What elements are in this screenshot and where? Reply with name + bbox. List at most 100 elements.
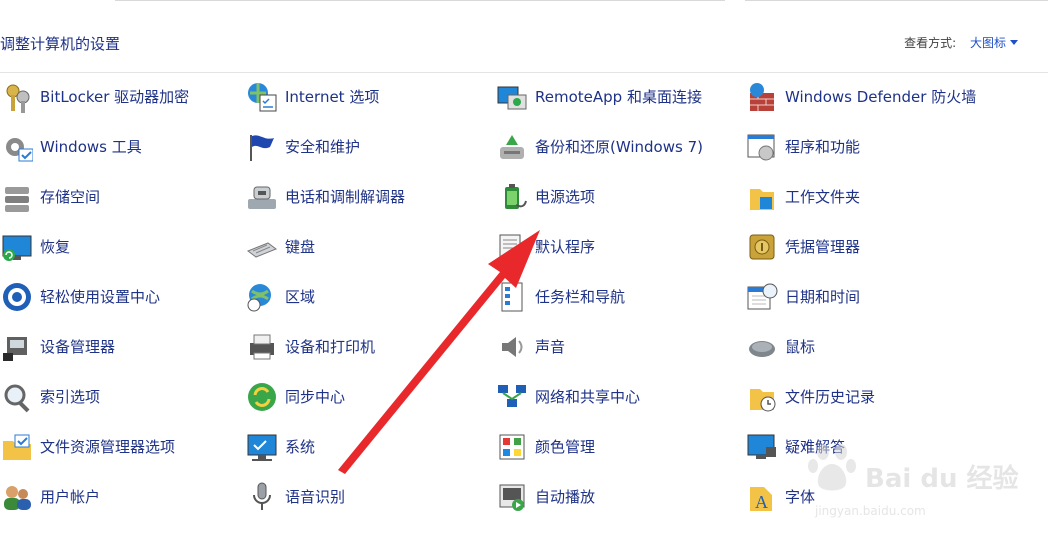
speaker-icon[interactable]	[495, 330, 529, 364]
cp-item-label[interactable]: 声音	[535, 337, 735, 357]
cp-item-label[interactable]: 电话和调制解调器	[285, 187, 405, 207]
user-accounts-icon[interactable]	[0, 480, 34, 514]
cp-item-autoplay[interactable]: 自动播放	[495, 476, 735, 518]
ease-of-access-icon[interactable]	[0, 280, 34, 314]
flag-icon[interactable]	[245, 130, 279, 164]
cp-item-label[interactable]: Windows 工具	[40, 137, 142, 157]
cp-item-taskbar[interactable]: 任务栏和导航	[495, 276, 735, 318]
cp-item-label[interactable]: 轻松使用设置中心	[40, 287, 160, 307]
cp-item-color-management[interactable]: 颜色管理	[495, 426, 735, 468]
cp-item-label[interactable]: Windows Defender 防火墙	[785, 87, 976, 107]
phone-modem-icon[interactable]	[245, 180, 279, 214]
cp-item-label[interactable]: 索引选项	[40, 387, 100, 407]
cp-item-globe-clock[interactable]: 区域	[245, 276, 315, 318]
cp-item-label[interactable]: 设备管理器	[40, 337, 115, 357]
cp-item-recovery-monitor[interactable]: 恢复	[0, 226, 70, 268]
default-programs-icon[interactable]	[495, 230, 529, 264]
cp-item-device-manager[interactable]: 设备管理器	[0, 326, 115, 368]
cp-item-keyboard[interactable]: 键盘	[245, 226, 315, 268]
battery-plug-icon[interactable]	[495, 180, 529, 214]
cp-item-label[interactable]: Internet 选项	[285, 87, 379, 107]
cp-item-label[interactable]: 颜色管理	[535, 437, 735, 457]
firewall-icon[interactable]	[745, 80, 779, 114]
cp-item-label[interactable]: 自动播放	[535, 487, 735, 507]
storage-drives-icon[interactable]	[0, 180, 34, 214]
cp-item-printer[interactable]: 设备和打印机	[245, 326, 375, 368]
globe-checklist-icon[interactable]	[245, 80, 279, 114]
cp-item-label[interactable]: 凭据管理器	[785, 237, 860, 257]
cp-item-label[interactable]: 键盘	[285, 237, 315, 257]
cp-item-ease-of-access[interactable]: 轻松使用设置中心	[0, 276, 160, 318]
cp-item-label[interactable]: 区域	[285, 287, 315, 307]
cp-item-microphone[interactable]: 语音识别	[245, 476, 345, 518]
cp-item-network[interactable]: 网络和共享中心	[495, 376, 735, 418]
cp-item-file-history[interactable]: 文件历史记录	[745, 376, 875, 418]
cp-item-label[interactable]: 工作文件夹	[785, 187, 860, 207]
cp-item-label[interactable]: 同步中心	[285, 387, 345, 407]
cp-item-gear-tools[interactable]: Windows 工具	[0, 126, 142, 168]
printer-icon[interactable]	[245, 330, 279, 364]
credential-vault-icon[interactable]	[745, 230, 779, 264]
keyboard-icon[interactable]	[245, 230, 279, 264]
view-by-value[interactable]: 大图标	[970, 36, 1006, 50]
cp-item-bitlocker-keys[interactable]: BitLocker 驱动器加密	[0, 76, 189, 118]
cp-item-remoteapp[interactable]: RemoteApp 和桌面连接	[495, 76, 735, 118]
cp-item-globe-checklist[interactable]: Internet 选项	[245, 76, 379, 118]
cp-item-label[interactable]: 设备和打印机	[285, 337, 375, 357]
cp-item-label[interactable]: 默认程序	[535, 237, 735, 257]
cp-item-label[interactable]: 文件资源管理器选项	[40, 437, 175, 457]
cp-item-label[interactable]: 语音识别	[285, 487, 345, 507]
autoplay-icon[interactable]	[495, 480, 529, 514]
cp-item-work-folders[interactable]: 工作文件夹	[745, 176, 860, 218]
cp-item-label[interactable]: RemoteApp 和桌面连接	[535, 87, 735, 107]
cp-item-label[interactable]: 电源选项	[535, 187, 735, 207]
cp-item-firewall[interactable]: Windows Defender 防火墙	[745, 76, 976, 118]
cp-item-credential-vault[interactable]: 凭据管理器	[745, 226, 860, 268]
cp-item-label[interactable]: 程序和功能	[785, 137, 860, 157]
cp-item-label[interactable]: 用户帐户	[40, 487, 100, 507]
recovery-monitor-icon[interactable]	[0, 230, 34, 264]
cp-item-folder-options[interactable]: 文件资源管理器选项	[0, 426, 175, 468]
folder-options-icon[interactable]	[0, 430, 34, 464]
device-manager-icon[interactable]	[0, 330, 34, 364]
calendar-clock-icon[interactable]	[745, 280, 779, 314]
remoteapp-icon[interactable]	[495, 80, 529, 114]
cp-item-label[interactable]: 日期和时间	[785, 287, 860, 307]
cp-item-battery-plug[interactable]: 电源选项	[495, 176, 735, 218]
cp-item-label[interactable]: 鼠标	[785, 337, 815, 357]
system-monitor-icon[interactable]	[245, 430, 279, 464]
cp-item-label[interactable]: 网络和共享中心	[535, 387, 735, 407]
indexing-magnifier-icon[interactable]	[0, 380, 34, 414]
gear-tools-icon[interactable]	[0, 130, 34, 164]
sync-icon[interactable]	[245, 380, 279, 414]
cp-item-flag[interactable]: 安全和维护	[245, 126, 360, 168]
cp-item-label[interactable]: 存储空间	[40, 187, 100, 207]
cp-item-speaker[interactable]: 声音	[495, 326, 735, 368]
cp-item-label[interactable]: 备份和还原(Windows 7)	[535, 137, 735, 157]
file-history-icon[interactable]	[745, 380, 779, 414]
cp-item-programs-features[interactable]: 程序和功能	[745, 126, 860, 168]
view-by-dropdown[interactable]: 大图标	[970, 36, 1018, 50]
programs-features-icon[interactable]	[745, 130, 779, 164]
cp-item-phone-modem[interactable]: 电话和调制解调器	[245, 176, 405, 218]
troubleshooting-icon[interactable]	[745, 430, 779, 464]
color-management-icon[interactable]	[495, 430, 529, 464]
cp-item-label[interactable]: 安全和维护	[285, 137, 360, 157]
cp-item-storage-drives[interactable]: 存储空间	[0, 176, 100, 218]
chevron-down-icon[interactable]	[1010, 40, 1018, 45]
cp-item-user-accounts[interactable]: 用户帐户	[0, 476, 100, 518]
cp-item-label[interactable]: 任务栏和导航	[535, 287, 735, 307]
network-icon[interactable]	[495, 380, 529, 414]
cp-item-system-monitor[interactable]: 系统	[245, 426, 315, 468]
cp-item-default-programs[interactable]: 默认程序	[495, 226, 735, 268]
cp-item-label[interactable]: BitLocker 驱动器加密	[40, 87, 189, 107]
cp-item-label[interactable]: 文件历史记录	[785, 387, 875, 407]
cp-item-mouse[interactable]: 鼠标	[745, 326, 815, 368]
taskbar-icon[interactable]	[495, 280, 529, 314]
bitlocker-keys-icon[interactable]	[0, 80, 34, 114]
cp-item-backup-restore[interactable]: 备份和还原(Windows 7)	[495, 126, 735, 168]
fonts-icon[interactable]: A	[745, 480, 779, 514]
cp-item-indexing-magnifier[interactable]: 索引选项	[0, 376, 100, 418]
mouse-icon[interactable]	[745, 330, 779, 364]
cp-item-sync[interactable]: 同步中心	[245, 376, 345, 418]
